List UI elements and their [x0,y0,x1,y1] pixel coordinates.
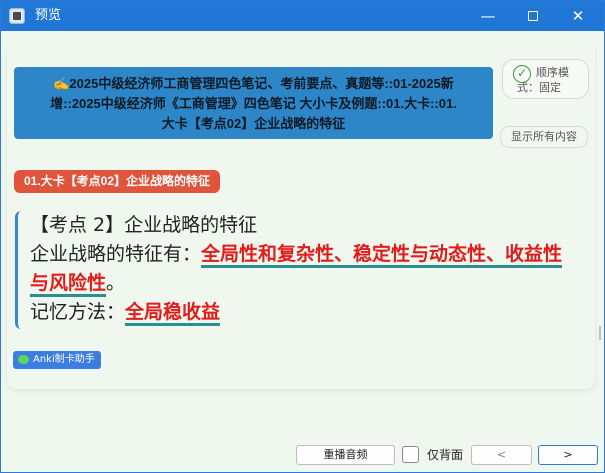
content-heading: 【考点 2】企业战略的特征 [30,214,258,236]
anki-app-icon [9,8,25,24]
content-line-3: 与风险性。 [30,269,593,298]
window-title: 预览 [35,8,62,23]
content-line-3-suffix: 。 [106,272,126,294]
content-line-4: 记忆方法：全局稳收益 [30,298,593,327]
wechat-icon [18,355,29,364]
deck-path-line-3: 大卡【考点02】企业战略的特征 [161,116,346,131]
minimize-button[interactable]: — [465,1,511,31]
replay-audio-button[interactable]: 重播音频 [296,445,395,465]
maximize-button[interactable] [510,1,556,31]
content-highlight-features: 全局性和复杂性、稳定性与动态性、收益性 [201,243,563,268]
content-highlight-risk: 与风险性 [30,272,107,297]
title-bar: 预览 — ✕ [1,1,604,31]
content-highlight-mnemonic: 全局稳收益 [125,301,221,326]
maximize-icon [528,11,538,21]
order-mode-button[interactable]: ✓ 顺序模 式：固定 [502,59,589,99]
next-card-button[interactable]: > [538,445,598,465]
back-only-checkbox[interactable] [402,446,419,463]
deck-path-line-1: ✍2025中级经济师工商管理四色笔记、考前要点、真题等::01-2025新 [53,76,454,91]
preview-window: 预览 — ✕ ✍2025中级经济师工商管理四色笔记、考前要点、真题等::01-2… [0,0,605,473]
back-only-label: 仅背面 [427,448,464,462]
order-mode-label-line-2: 式：固定 [517,81,561,94]
content-line-2: 企业战略的特征有：全局性和复杂性、稳定性与动态性、收益性 [30,240,593,269]
anki-helper-label: Anki制卡助手 [33,354,95,365]
content-line-4-prefix: 记忆方法： [30,301,126,323]
deck-path-header: ✍2025中级经济师工商管理四色笔记、考前要点、真题等::01-2025新 增:… [14,67,493,139]
card-preview: ✍2025中级经济师工商管理四色笔记、考前要点、真题等::01-2025新 增:… [7,41,595,389]
content-line-2-prefix: 企业战略的特征有： [30,243,202,265]
close-button[interactable]: ✕ [555,1,601,31]
show-all-content-button[interactable]: 显示所有内容 [500,126,588,148]
anki-helper-badge: Anki制卡助手 [13,351,101,369]
card-content: 【考点 2】企业战略的特征 企业战略的特征有：全局性和复杂性、稳定性与动态性、收… [15,211,593,329]
card-tag: 01.大卡【考点02】企业战略的特征 [14,170,221,193]
deck-path-line-2: 增::2025中级经济师《工商管理》四色笔记 大小卡及例题::01.大卡::01… [50,96,457,111]
previous-card-button[interactable]: < [471,445,532,465]
order-mode-label-line-1: 顺序模 [536,66,569,79]
scrollbar-grip[interactable] [599,326,601,340]
